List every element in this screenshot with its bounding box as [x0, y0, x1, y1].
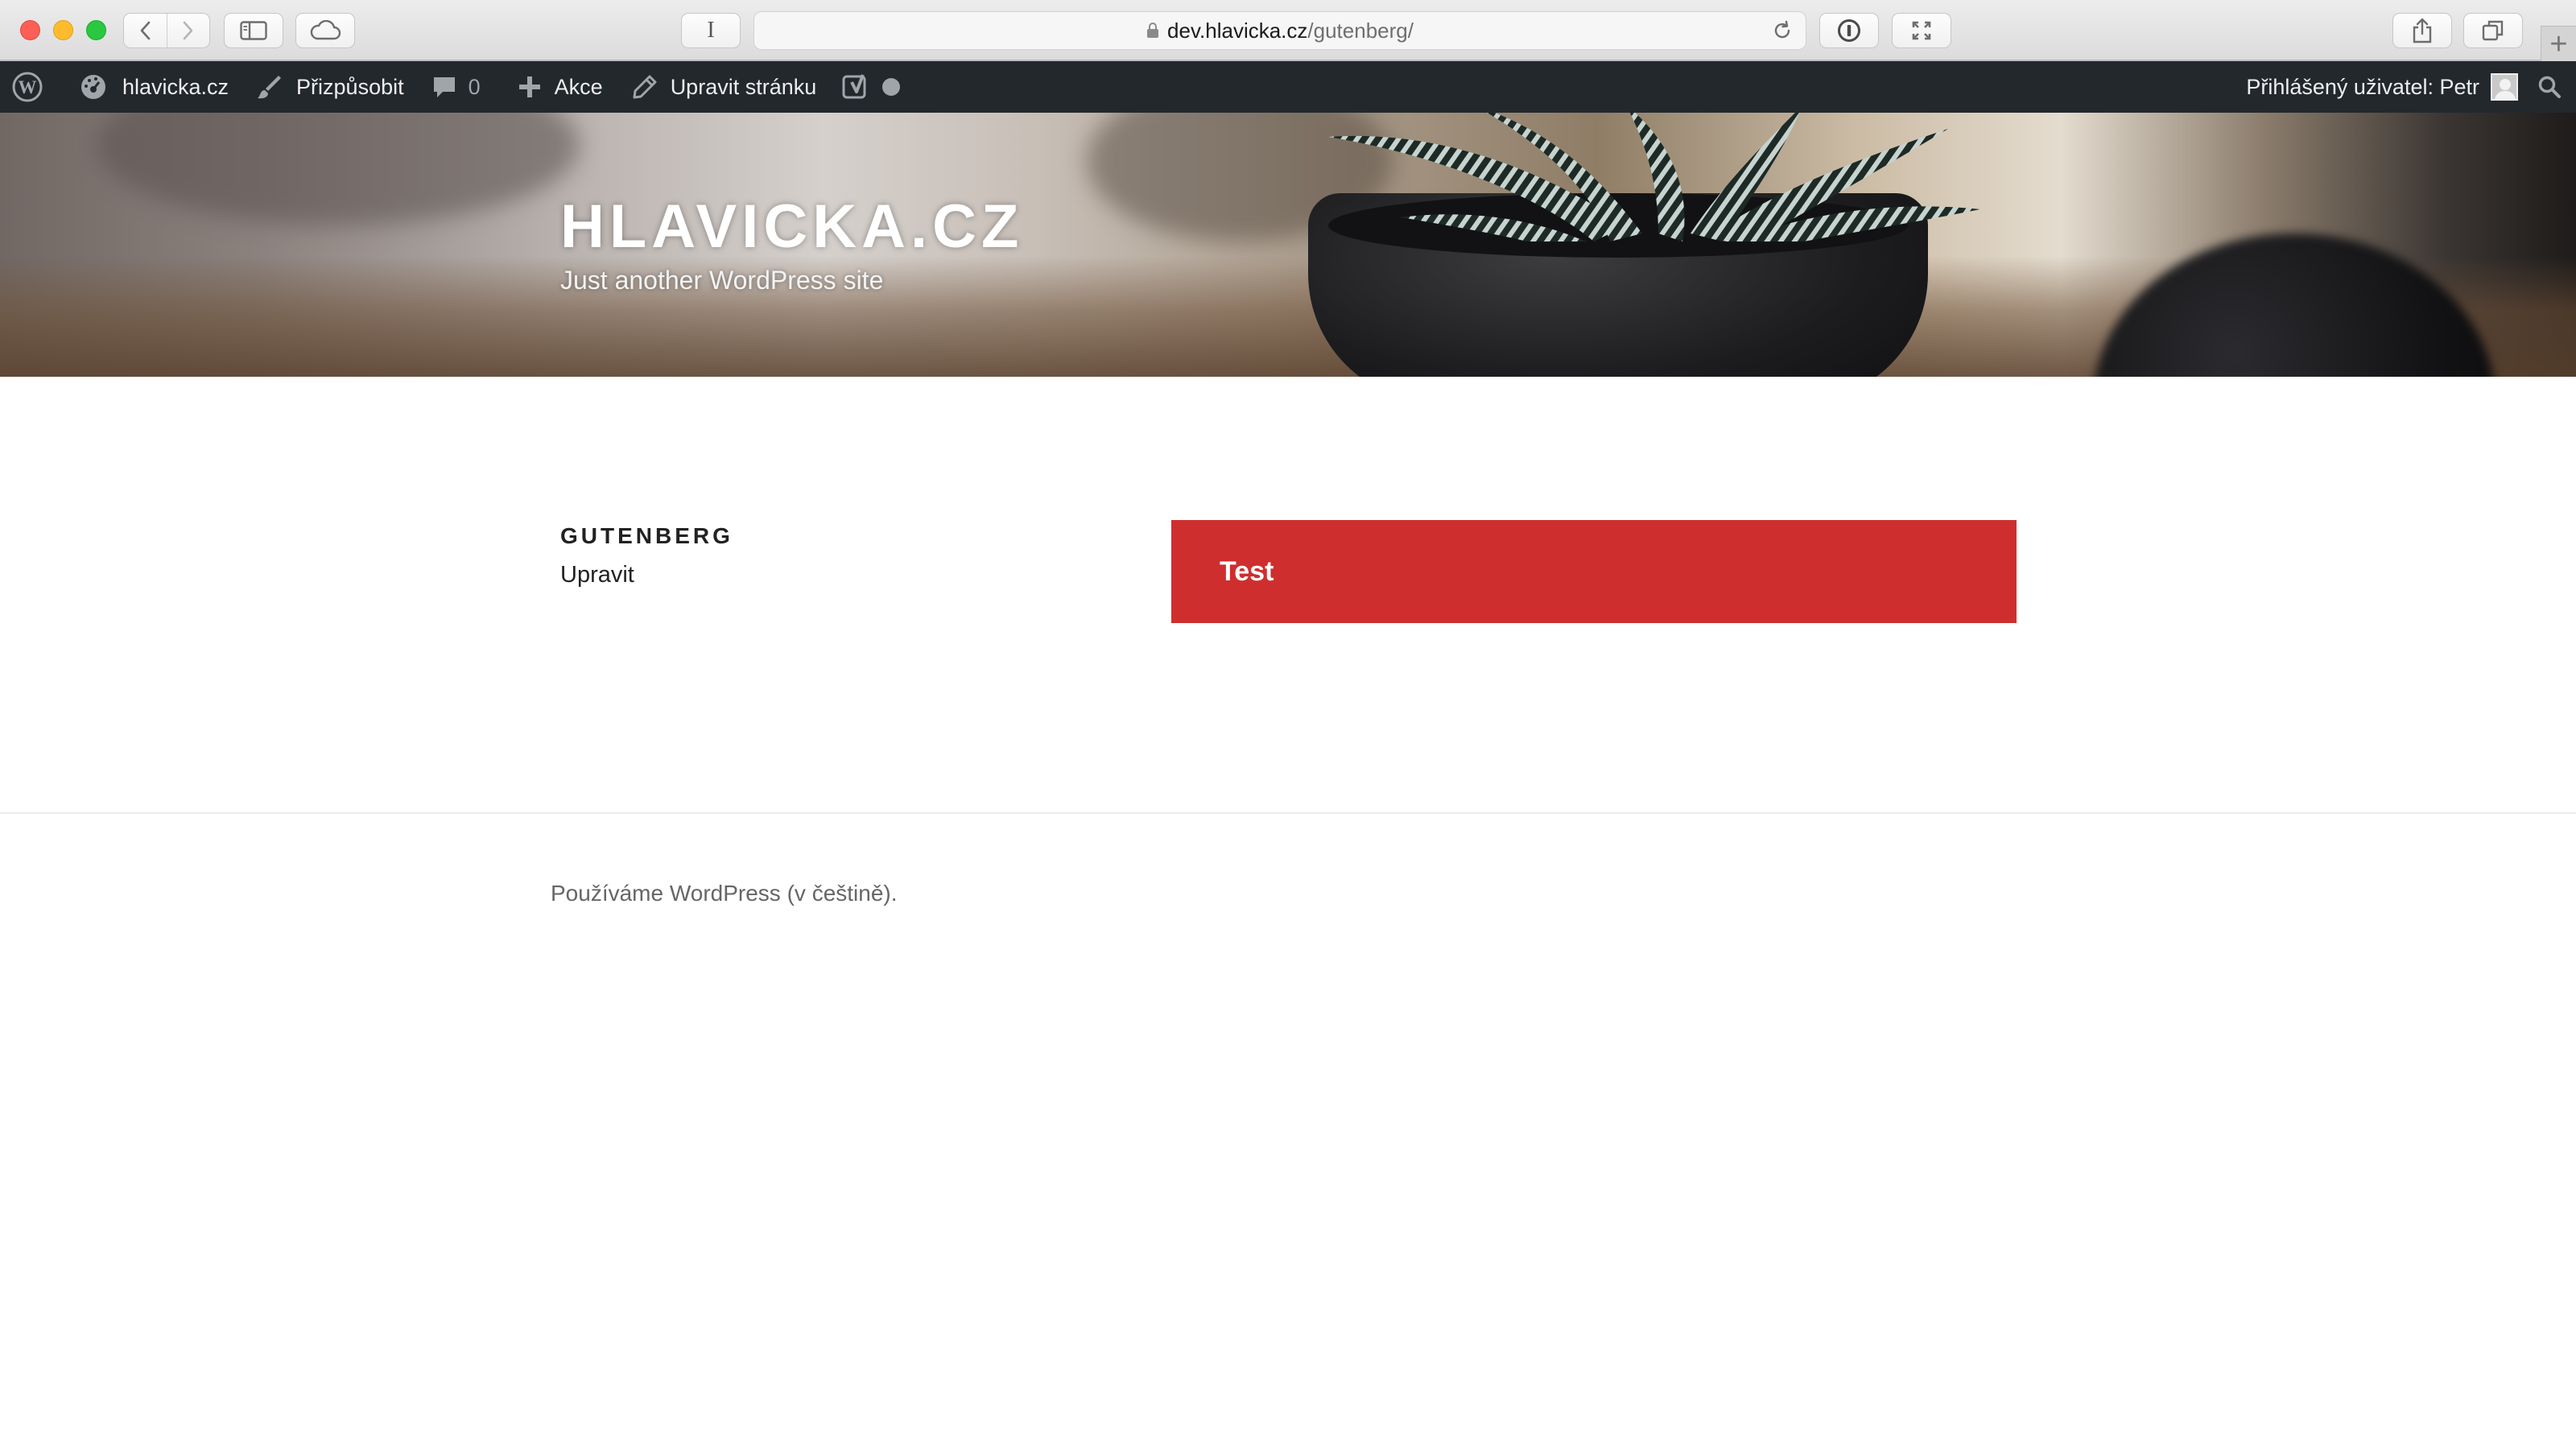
- customize-label: Přizpůsobit: [296, 74, 404, 99]
- my-account-menu[interactable]: Přihlášený uživatel: Petr: [2246, 61, 2518, 113]
- sidebar-icon: [240, 21, 267, 40]
- address-bar[interactable]: dev.hlavicka.cz/gutenberg/: [753, 11, 1806, 50]
- history-nav: [123, 13, 210, 48]
- close-window-button[interactable]: [20, 20, 40, 40]
- site-title[interactable]: HLAVICKA.CZ: [560, 192, 1023, 262]
- edit-post-link[interactable]: Upravit: [560, 562, 634, 588]
- svg-text:W: W: [19, 77, 37, 97]
- share-icon: [2413, 18, 2432, 43]
- header-dark-sphere: [2093, 233, 2496, 377]
- site-name-menu[interactable]: hlavicka.cz: [79, 61, 229, 113]
- icloud-tabs-button[interactable]: [295, 13, 355, 48]
- edit-page-link[interactable]: Upravit stránku: [632, 61, 817, 113]
- custom-header: HLAVICKA.CZ Just another WordPress site: [0, 113, 2576, 377]
- fullscreen-button[interactable]: [1892, 13, 1951, 48]
- footer-divider: [0, 812, 2576, 814]
- comment-bubble-icon: [433, 77, 455, 97]
- user-greeting: Přihlášený uživatel: Petr: [2246, 74, 2479, 99]
- url-path: /gutenberg/: [1307, 18, 1414, 43]
- site-name-label: hlavicka.cz: [122, 74, 229, 99]
- wp-logo-menu[interactable]: W: [11, 61, 43, 113]
- pencil-icon: [633, 75, 657, 99]
- plus-icon: [518, 76, 540, 97]
- yoast-logo-icon: [842, 74, 866, 99]
- block-text: Test: [1220, 555, 1274, 587]
- new-content-label: Akce: [554, 74, 603, 99]
- share-button[interactable]: [2392, 13, 2452, 48]
- yoast-seo-menu[interactable]: [842, 61, 901, 113]
- tabs-icon: [2482, 20, 2504, 41]
- edit-page-label: Upravit stránku: [670, 74, 817, 99]
- comments-count: 0: [468, 74, 481, 99]
- new-tab-button[interactable]: +: [2541, 26, 2576, 61]
- password-manager-button[interactable]: [1819, 13, 1879, 48]
- paintbrush-icon: [258, 76, 282, 99]
- back-button[interactable]: [124, 14, 167, 47]
- page-title: GUTENBERG: [560, 523, 733, 548]
- minimize-window-button[interactable]: [53, 20, 73, 40]
- dashboard-gauge-icon: [81, 75, 105, 99]
- seo-status-dot-icon: [882, 78, 901, 96]
- tab-overview-button[interactable]: [2463, 13, 2523, 48]
- search-icon: [2538, 76, 2561, 98]
- gutenberg-colored-block: Test: [1171, 520, 2017, 623]
- header-bg-shade: [97, 113, 580, 225]
- forward-button[interactable]: [166, 14, 209, 47]
- zoom-window-button[interactable]: [86, 20, 106, 40]
- wp-admin-bar: W hlavicka.cz Přizpůsobit 0 Akce Upravit…: [0, 61, 2576, 113]
- succulent-leaves-image: [1328, 113, 1980, 242]
- admin-bar-search[interactable]: [2537, 61, 2562, 113]
- chevron-left-icon: [141, 21, 151, 40]
- chevron-right-icon: [183, 21, 193, 40]
- footer-credit-link[interactable]: Používáme WordPress (v češtině).: [551, 881, 898, 906]
- avatar: [2491, 73, 2518, 101]
- reload-icon[interactable]: [1772, 20, 1793, 41]
- sidebar-button[interactable]: [224, 13, 283, 48]
- reader-button[interactable]: I: [681, 13, 741, 48]
- reader-icon: I: [707, 18, 715, 43]
- new-content-menu[interactable]: Akce: [518, 61, 603, 113]
- cloud-icon: [310, 20, 341, 40]
- url-host: dev.hlavicka.cz: [1167, 18, 1308, 43]
- lock-icon: [1147, 23, 1159, 38]
- customize-link[interactable]: Přizpůsobit: [256, 61, 404, 113]
- expand-icon: [1912, 21, 1931, 40]
- comments-link[interactable]: 0: [431, 61, 481, 113]
- browser-toolbar: I dev.hlavicka.cz/gutenberg/ +: [0, 0, 2576, 61]
- wordpress-logo-icon: W: [12, 72, 43, 102]
- site-description: Just another WordPress site: [560, 266, 884, 295]
- admin-bar-secondary: Přihlášený uživatel: Petr: [2246, 61, 2576, 113]
- info-circle-icon: [1838, 19, 1860, 42]
